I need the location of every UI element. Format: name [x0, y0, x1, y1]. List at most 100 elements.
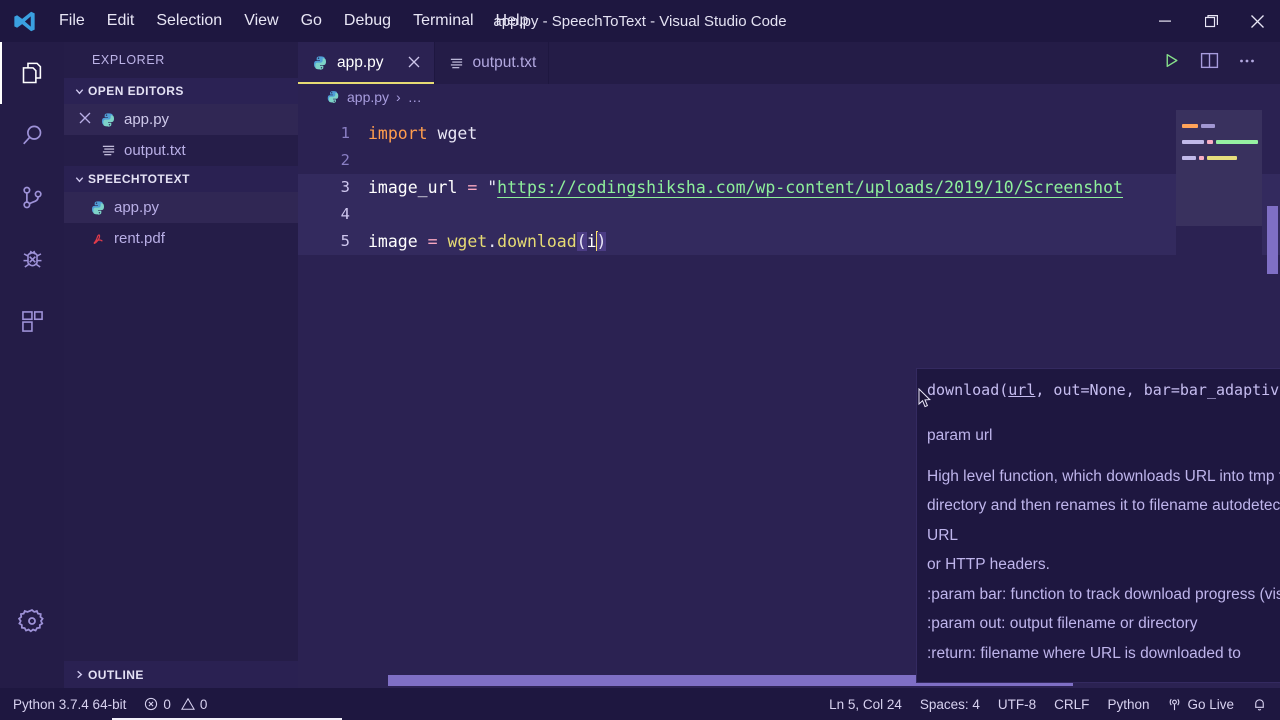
text-file-icon [449, 56, 464, 71]
line-number: 3 [298, 174, 368, 201]
status-warning-count: 0 [200, 697, 208, 712]
breadcrumb[interactable]: app.py › … [298, 84, 1280, 110]
python-icon [326, 90, 340, 104]
file-app-py[interactable]: app.py [64, 192, 298, 223]
status-indentation-label: Spaces: 4 [920, 697, 980, 712]
vertical-scrollbar-thumb[interactable] [1267, 206, 1278, 274]
code-token: ) [597, 232, 607, 251]
status-cursor-position[interactable]: Ln 5, Col 24 [820, 688, 911, 720]
close-icon[interactable] [74, 111, 96, 128]
open-editor-output-txt[interactable]: output.txt [64, 135, 298, 166]
tab-app-py[interactable]: app.py [298, 42, 435, 84]
broadcast-icon [1167, 697, 1182, 712]
section-open-editors[interactable]: OPEN EDITORS [64, 78, 298, 104]
signature-suffix: , out=None, bar=bar_adaptive) [1035, 381, 1280, 399]
tab-label: app.py [337, 54, 384, 72]
workbench-body: EXPLORER OPEN EDITORS app.py [0, 42, 1280, 688]
status-bar: Python 3.7.4 64-bit 0 0 Ln 5, Col 24 Spa… [0, 688, 1280, 720]
run-python-file-button[interactable] [1152, 42, 1190, 84]
line-number: 1 [298, 120, 368, 147]
text-file-icon [96, 143, 120, 158]
activity-search[interactable] [0, 104, 64, 166]
code-token: " [487, 178, 497, 197]
hover-doc-line: :return: filename where URL is downloade… [927, 639, 1280, 669]
maximize-button[interactable] [1188, 0, 1234, 42]
code-token [438, 232, 448, 251]
menu-selection[interactable]: Selection [145, 9, 233, 33]
code-token: = [467, 178, 477, 197]
status-language-mode[interactable]: Python [1098, 688, 1158, 720]
section-project-root[interactable]: SPEECHTOTEXT [64, 166, 298, 192]
sidebar-title: EXPLORER [64, 42, 298, 78]
status-notifications[interactable] [1243, 688, 1276, 720]
activity-source-control[interactable] [0, 166, 64, 228]
python-icon [96, 112, 120, 128]
hover-doc-line: :param out: output filename or directory [927, 609, 1280, 639]
section-outline[interactable]: OUTLINE [64, 661, 298, 688]
close-button[interactable] [1234, 0, 1280, 42]
menu-file[interactable]: File [48, 9, 96, 33]
status-error-count: 0 [163, 697, 171, 712]
code-text: import wget [368, 120, 1280, 147]
open-editor-app-py[interactable]: app.py [64, 104, 298, 135]
hover-doc-line: High level function, which downloads URL… [927, 462, 1280, 492]
status-python-interpreter[interactable]: Python 3.7.4 64-bit [4, 688, 135, 720]
code-token [428, 124, 438, 143]
hover-doc-line: directory and then renames it to filenam… [927, 491, 1280, 521]
status-eol-label: CRLF [1054, 697, 1089, 712]
close-icon[interactable] [406, 55, 422, 72]
code-token [477, 178, 487, 197]
code-editor[interactable]: 1import wget23image_url = "https://codin… [298, 110, 1280, 688]
activity-extensions[interactable] [0, 290, 64, 352]
ellipsis-icon [1238, 52, 1256, 75]
code-token: . [487, 232, 497, 251]
status-encoding[interactable]: UTF-8 [989, 688, 1045, 720]
play-icon [1163, 52, 1180, 74]
breadcrumb-file[interactable]: app.py [347, 89, 389, 105]
code-token: ( [577, 232, 587, 251]
status-problems[interactable]: 0 0 [135, 688, 216, 720]
tab-output-txt[interactable]: output.txt [435, 42, 550, 84]
status-language-label: Python [1107, 697, 1149, 712]
activity-settings[interactable] [0, 590, 64, 652]
chevron-down-icon [70, 86, 88, 97]
code-text: image_url = "https://codingshiksha.com/w… [368, 174, 1280, 201]
minimize-button[interactable] [1142, 0, 1188, 42]
more-actions-button[interactable] [1228, 42, 1266, 84]
debug-icon [19, 246, 46, 273]
line-number: 5 [298, 228, 368, 255]
breadcrumb-more[interactable]: … [408, 89, 422, 105]
code-line: 4 [298, 201, 1280, 228]
gear-icon [18, 607, 46, 635]
menu-help[interactable]: Help [485, 9, 540, 33]
status-cursor-label: Ln 5, Col 24 [829, 697, 902, 712]
minimap-slider[interactable] [1176, 110, 1262, 226]
line-number: 2 [298, 147, 368, 174]
extensions-icon [19, 308, 46, 335]
menu-view[interactable]: View [233, 9, 289, 33]
menu-debug[interactable]: Debug [333, 9, 402, 33]
code-token: wget [447, 232, 487, 251]
status-eol[interactable]: CRLF [1045, 688, 1098, 720]
open-editor-label: output.txt [124, 142, 186, 159]
split-editor-button[interactable] [1190, 42, 1228, 84]
chevron-right-icon [70, 669, 88, 680]
status-encoding-label: UTF-8 [998, 697, 1036, 712]
menu-edit[interactable]: Edit [96, 9, 146, 33]
intellisense-hover-popup: download(url, out=None, bar=bar_adaptive… [916, 368, 1280, 683]
menu-terminal[interactable]: Terminal [402, 9, 484, 33]
file-label: rent.pdf [114, 230, 165, 247]
activity-explorer[interactable] [0, 42, 64, 104]
file-label: app.py [114, 199, 159, 216]
tabs-bar: app.py output.txt [298, 42, 1280, 84]
signature-line: download(url, out=None, bar=bar_adaptive… [927, 381, 1280, 399]
file-rent-pdf[interactable]: rent.pdf [64, 223, 298, 254]
menu-go[interactable]: Go [290, 9, 333, 33]
title-bar: File Edit Selection View Go Debug Termin… [0, 0, 1280, 42]
chevron-down-icon [70, 174, 88, 185]
status-go-live[interactable]: Go Live [1158, 688, 1243, 720]
activity-debug[interactable] [0, 228, 64, 290]
code-token: import [368, 124, 428, 143]
pdf-icon [86, 231, 110, 247]
status-indentation[interactable]: Spaces: 4 [911, 688, 989, 720]
